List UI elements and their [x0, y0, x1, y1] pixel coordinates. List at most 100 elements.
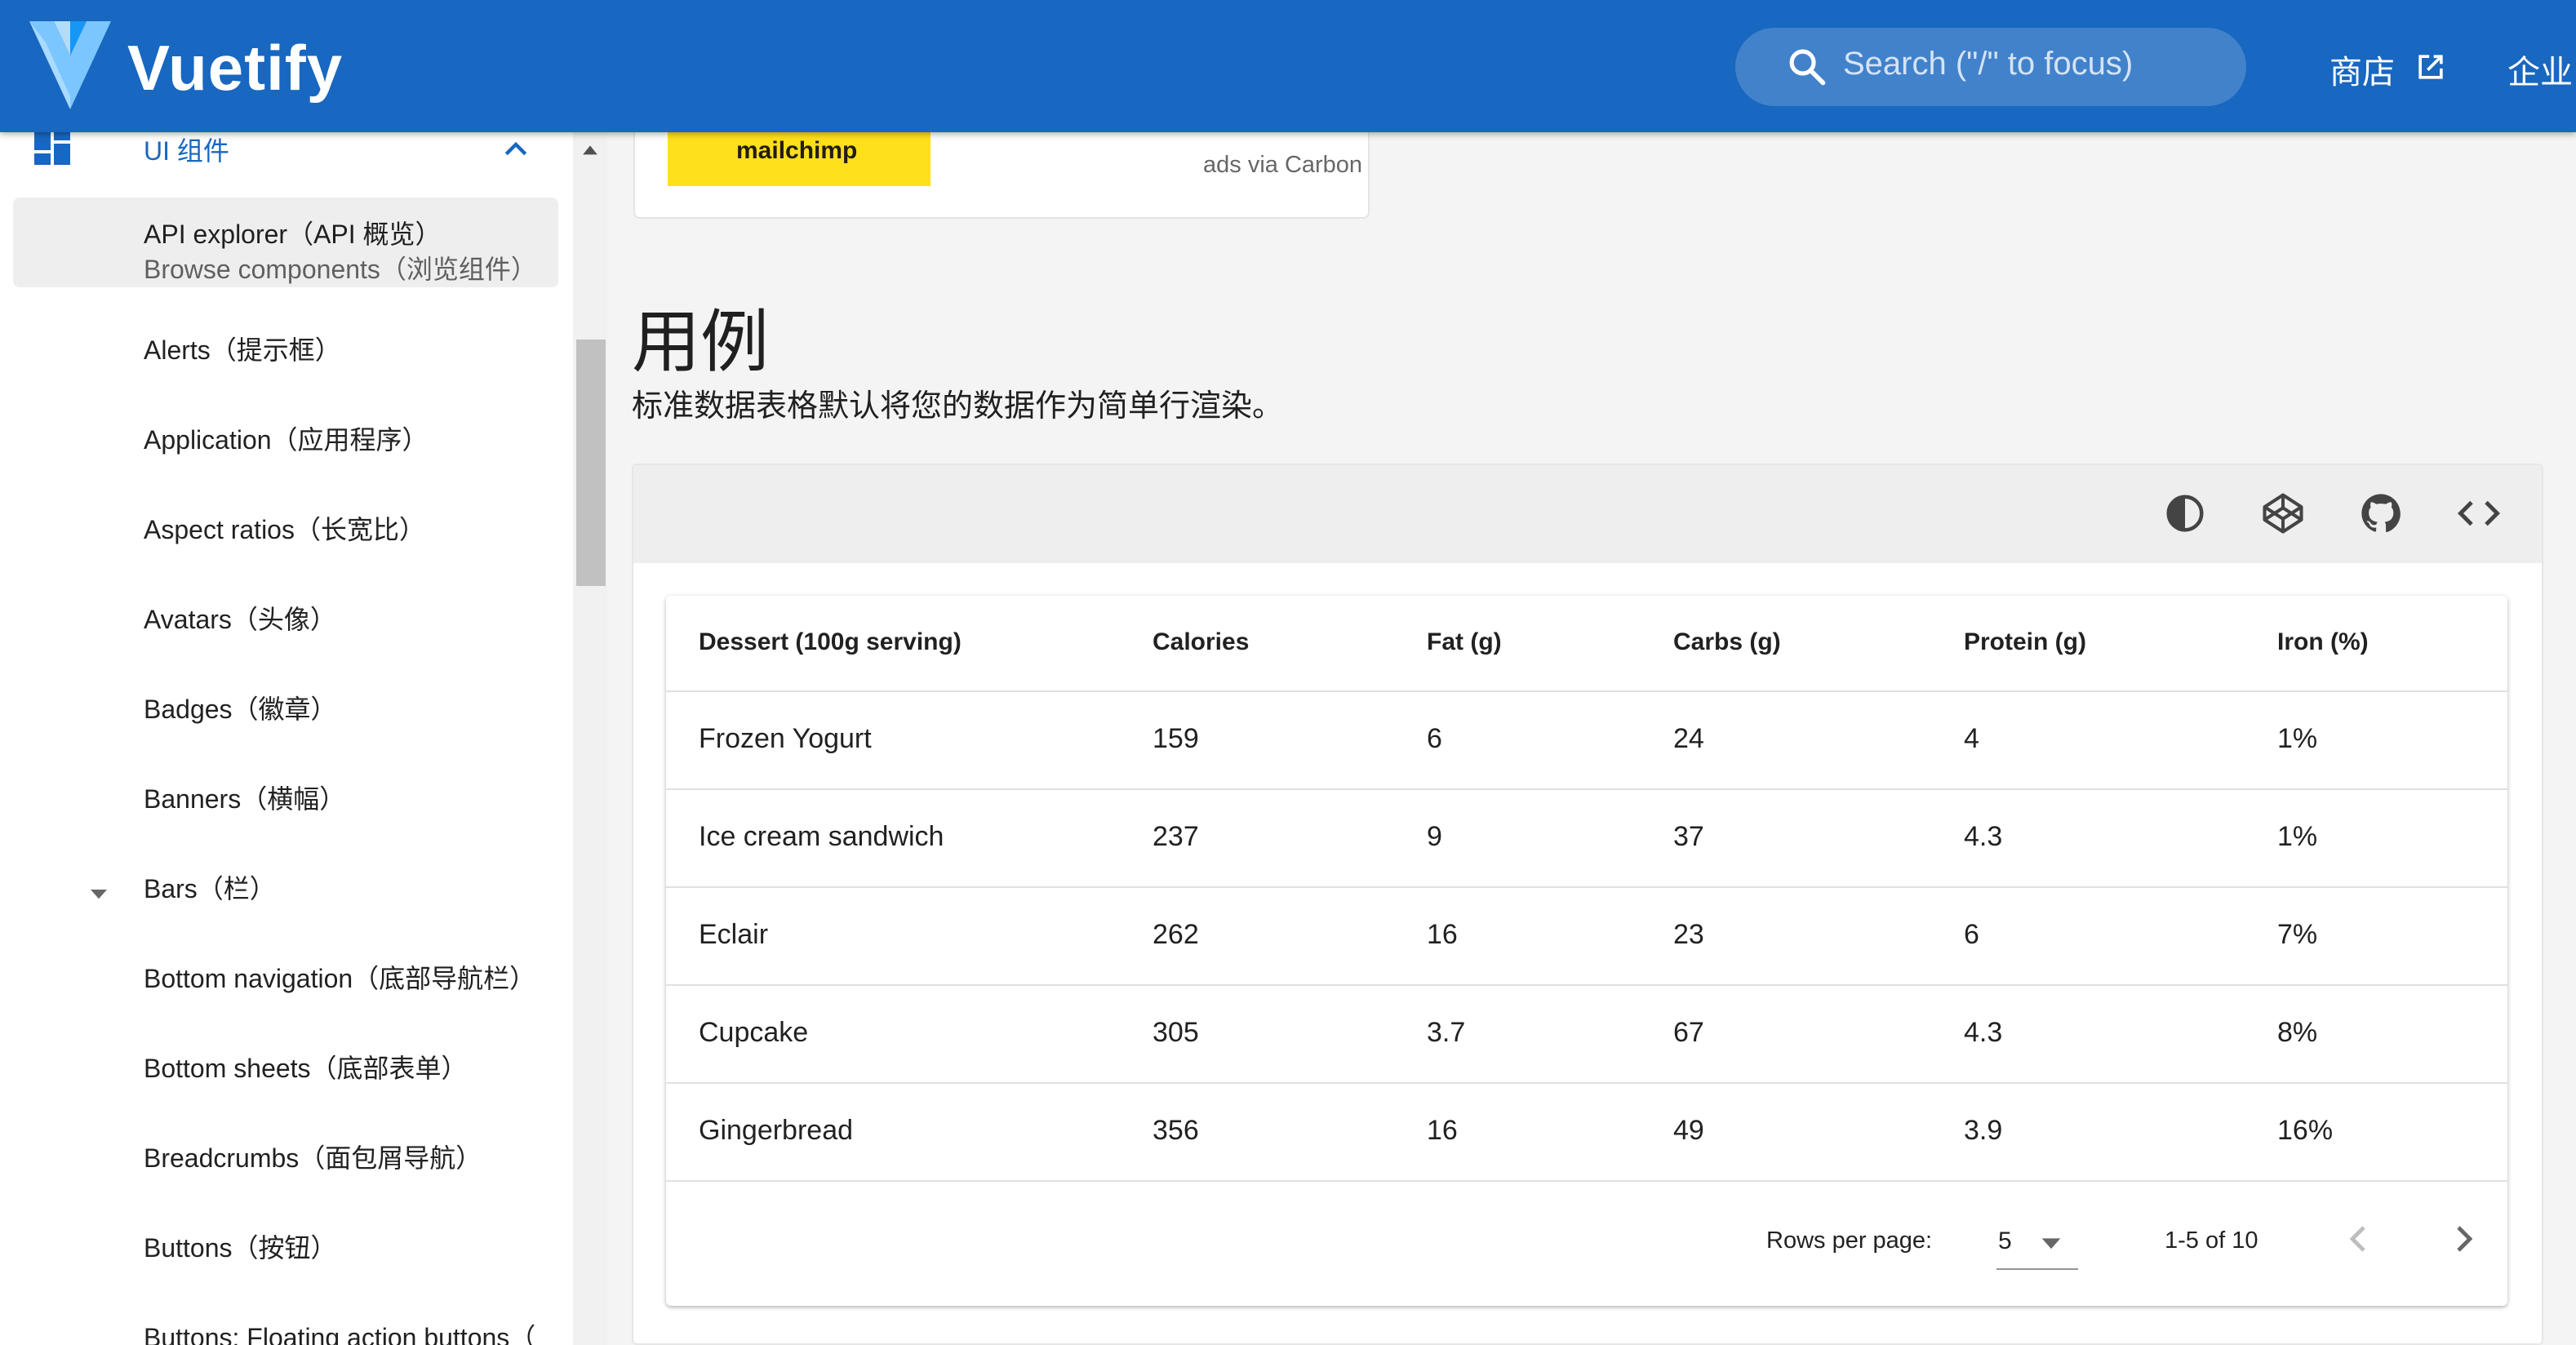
sidebar: UI 组件 API explorer（API 概览） Browse compon… — [0, 132, 573, 1345]
nav-enterprise-link[interactable]: 企业 — [2507, 46, 2573, 93]
table-cell: 305 — [1153, 1017, 1199, 1048]
sidebar-item-alerts[interactable]: Alerts（提示框） — [13, 312, 558, 402]
table-cell: Cupcake — [699, 1017, 809, 1048]
table-cell: 159 — [1153, 723, 1199, 754]
sidebar-item-buttons[interactable]: Buttons（按钮） — [13, 1210, 558, 1299]
search-input[interactable]: Search ("/" to focus) — [1735, 28, 2246, 106]
table-cell: 23 — [1673, 919, 1704, 950]
pagination-range: 1-5 of 10 — [2165, 1227, 2258, 1254]
table-cell: 1% — [2277, 723, 2318, 754]
rows-per-page-value: 5 — [1998, 1227, 2012, 1254]
brand-name[interactable]: Vuetify — [127, 31, 343, 105]
sidebar-item-label: Buttons（按钮） — [144, 1233, 337, 1263]
table-cell: 24 — [1673, 723, 1704, 754]
github-icon[interactable] — [2359, 491, 2403, 535]
column-header-dessert[interactable]: Dessert (100g serving) — [699, 628, 962, 656]
code-icon[interactable] — [2457, 491, 2501, 535]
sidebar-item-floating-action-buttons[interactable]: Buttons: Floating action buttons（ — [13, 1299, 558, 1345]
sidebar-item-title: API explorer（API 概览） — [144, 220, 442, 249]
table-cell: Eclair — [699, 919, 769, 950]
column-header-protein[interactable]: Protein (g) — [1964, 628, 2086, 656]
main-content: mailchimp ads via Carbon 用例 标准数据表格默认将您的数… — [607, 132, 2576, 1345]
codepen-icon[interactable] — [2261, 491, 2305, 535]
rows-per-page-select[interactable]: 5 — [1996, 1214, 2078, 1270]
table-cell: 9 — [1427, 821, 1442, 852]
column-header-calories[interactable]: Calories — [1153, 628, 1249, 656]
sidebar-item-avatars[interactable]: Avatars（头像） — [13, 581, 558, 671]
column-header-fat[interactable]: Fat (g) — [1427, 628, 1502, 656]
table-cell: 262 — [1153, 919, 1199, 950]
ad-image[interactable]: mailchimp — [668, 132, 930, 186]
search-placeholder: Search ("/" to focus) — [1843, 46, 2134, 82]
section-title: 用例 — [632, 304, 770, 380]
table-row: Cupcake 305 3.7 67 4.3 8% — [666, 986, 2507, 1084]
sidebar-group-ui-components[interactable]: UI 组件 — [0, 132, 573, 168]
column-header-iron[interactable]: Iron (%) — [2277, 628, 2369, 656]
table-cell: 4 — [1964, 723, 1979, 754]
ad-via-carbon[interactable]: ads via Carbon — [1203, 152, 1362, 179]
nav-store-link[interactable]: 商店 — [2330, 46, 2395, 93]
table-cell: Frozen Yogurt — [699, 723, 872, 754]
sidebar-item-label: Avatars（头像） — [144, 605, 336, 634]
sidebar-item-label: Breadcrumbs（面包屑导航） — [144, 1143, 482, 1173]
rows-per-page-label: Rows per page: — [1766, 1227, 1933, 1254]
app-bar: Vuetify Search ("/" to focus) 商店 企业 — [0, 0, 2576, 132]
table-row: Eclair 262 16 23 6 7% — [666, 888, 2507, 986]
table-cell: 6 — [1427, 723, 1442, 754]
chevron-right-icon[interactable] — [2444, 1219, 2483, 1258]
table-cell: 16% — [2277, 1115, 2334, 1146]
sidebar-item-subtitle: Browse components（浏览组件） — [144, 255, 537, 284]
table-cell: 7% — [2277, 919, 2318, 950]
table-cell: 6 — [1964, 919, 1979, 950]
sidebar-item-api-explorer[interactable]: API explorer（API 概览） Browse components（浏… — [13, 198, 558, 287]
table-cell: 16 — [1427, 1115, 1458, 1146]
table-row: Gingerbread 356 16 49 3.9 16% — [666, 1084, 2507, 1182]
scroll-up-arrow-icon[interactable] — [581, 142, 599, 160]
table-cell: Ice cream sandwich — [699, 821, 944, 852]
table-footer: Rows per page: 5 1-5 of 10 — [666, 1182, 2507, 1306]
menu-down-icon[interactable] — [87, 881, 111, 906]
table-header-row: Dessert (100g serving) Calories Fat (g) … — [666, 596, 2507, 692]
table-row: Frozen Yogurt 159 6 24 4 1% — [666, 692, 2507, 790]
table-cell: 3.7 — [1427, 1017, 1466, 1048]
chevron-left-icon[interactable] — [2339, 1219, 2378, 1258]
search-icon — [1789, 49, 1826, 86]
vuetify-logo-icon[interactable] — [29, 18, 111, 113]
section-description: 标准数据表格默认将您的数据作为简单行渲染。 — [632, 389, 1284, 424]
column-header-carbs[interactable]: Carbs (g) — [1673, 628, 1781, 656]
table-cell: 8% — [2277, 1017, 2318, 1048]
sidebar-item-label: Buttons: Floating action buttons（ — [144, 1323, 536, 1345]
sidebar-item-label: Application（应用程序） — [144, 425, 429, 455]
carbon-ad[interactable]: mailchimp ads via Carbon — [633, 132, 1370, 219]
sidebar-item-label: Bottom sheets（底部表单） — [144, 1054, 468, 1083]
theme-toggle-icon[interactable] — [2163, 491, 2207, 535]
sidebar-item-bottom-sheets[interactable]: Bottom sheets（底部表单） — [13, 1030, 558, 1120]
table-cell: 49 — [1673, 1115, 1704, 1146]
sidebar-item-label: Aspect ratios（长宽比） — [144, 515, 425, 544]
sidebar-item-bars[interactable]: Bars（栏） — [13, 850, 558, 940]
table-cell: 237 — [1153, 821, 1199, 852]
example-card: Dessert (100g serving) Calories Fat (g) … — [632, 464, 2543, 1345]
sidebar-item-label: Bars（栏） — [144, 874, 276, 903]
sidebar-item-banners[interactable]: Banners（横幅） — [13, 761, 558, 850]
sidebar-scrollbar[interactable] — [573, 132, 607, 1345]
sidebar-item-aspect-ratios[interactable]: Aspect ratios（长宽比） — [13, 491, 558, 581]
sidebar-item-application[interactable]: Application（应用程序） — [13, 402, 558, 491]
table-cell: Gingerbread — [699, 1115, 854, 1146]
data-table: Dessert (100g serving) Calories Fat (g) … — [666, 596, 2507, 1306]
table-cell: 4.3 — [1964, 821, 2003, 852]
table-cell: 1% — [2277, 821, 2318, 852]
sidebar-item-label: Alerts（提示框） — [144, 335, 341, 365]
view-dashboard-icon — [34, 132, 70, 165]
sidebar-item-breadcrumbs[interactable]: Breadcrumbs（面包屑导航） — [13, 1120, 558, 1210]
open-in-new-icon — [2418, 55, 2443, 79]
scrollbar-thumb[interactable] — [576, 340, 606, 586]
sidebar-item-badges[interactable]: Badges（徽章） — [13, 671, 558, 761]
table-cell: 16 — [1427, 919, 1458, 950]
table-cell: 3.9 — [1964, 1115, 2003, 1146]
menu-down-icon — [2041, 1238, 2061, 1250]
sidebar-group-label: UI 组件 — [144, 136, 229, 166]
table-cell: 356 — [1153, 1115, 1199, 1146]
chevron-up-icon[interactable] — [500, 132, 532, 165]
sidebar-item-bottom-navigation[interactable]: Bottom navigation（底部导航栏） — [13, 940, 558, 1030]
